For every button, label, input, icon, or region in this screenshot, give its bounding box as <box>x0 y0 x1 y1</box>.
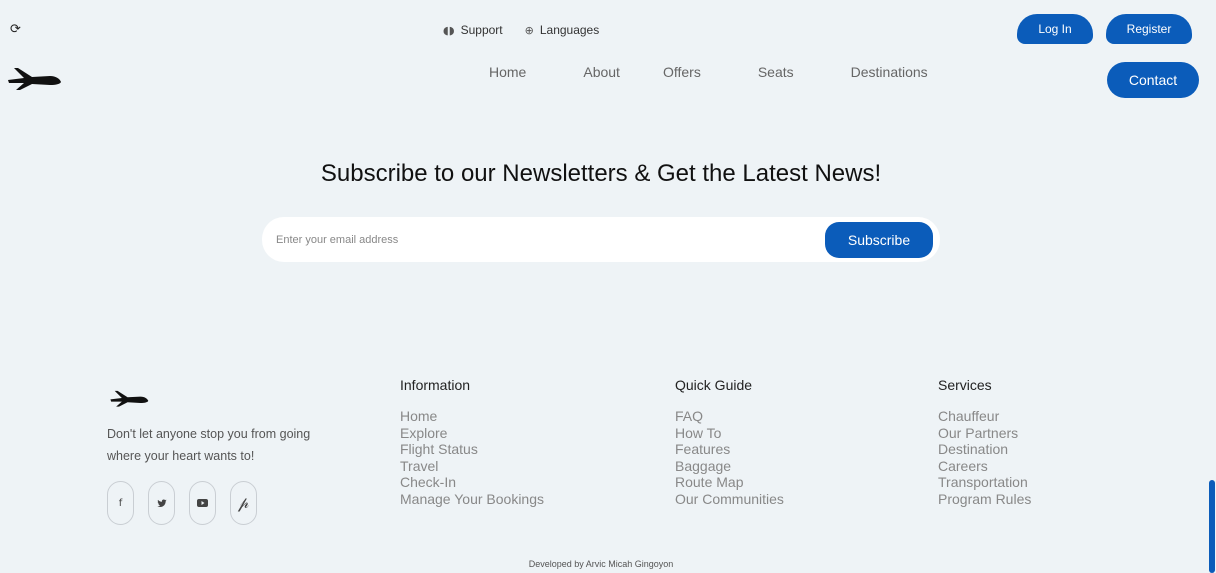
subscribe-headline: Subscribe to our Newsletters & Get the L… <box>320 160 882 187</box>
nav-item-home[interactable]: Home <box>489 64 526 80</box>
nav-item-destinations[interactable]: Destinations <box>851 64 928 80</box>
languages-label: Languages <box>539 23 600 37</box>
developer-credit: Developed by Arvic Micah Gingoyon <box>528 559 674 569</box>
footer-airplane-logo-icon <box>110 390 149 407</box>
top-links: ◖◗ Support ⊕ Languages <box>443 23 599 37</box>
footer-col-quick-guide: Quick Guide FAQ How To Features Baggage … <box>675 377 784 508</box>
airplane-logo-icon[interactable] <box>6 62 62 94</box>
support-label: Support <box>460 23 503 37</box>
scrollbar[interactable] <box>1206 0 1216 573</box>
social-links: f 𝓅 <box>107 481 257 525</box>
subscribe-button[interactable]: Subscribe <box>825 222 933 258</box>
nav-item-seats[interactable]: Seats <box>758 64 794 80</box>
languages-link[interactable]: ⊕ Languages <box>525 23 600 37</box>
email-input[interactable] <box>276 229 816 251</box>
footer-col-information: Information Home Explore Flight Status T… <box>400 377 544 508</box>
footer-link[interactable]: Our Partners <box>938 425 1031 442</box>
contact-button[interactable]: Contact <box>1107 62 1199 98</box>
footer-link[interactable]: How To <box>675 425 784 442</box>
footer-link[interactable]: Route Map <box>675 474 784 491</box>
twitter-icon[interactable] <box>148 481 175 525</box>
facebook-icon[interactable]: f <box>107 481 134 525</box>
footer-col-title: Information <box>400 377 471 393</box>
footer-link[interactable]: Explore <box>400 425 544 442</box>
footer-col-title: Services <box>938 377 992 393</box>
youtube-play-icon <box>197 499 208 507</box>
footer-col-title: Quick Guide <box>675 377 753 393</box>
globe-icon: ⊕ <box>524 23 534 37</box>
footer-link[interactable]: Careers <box>938 458 1031 475</box>
footer-link[interactable]: Chauffeur <box>938 408 1031 425</box>
footer-tagline: Don't let anyone stop you from going whe… <box>107 427 311 463</box>
footer-link[interactable]: Home <box>400 408 544 425</box>
footer-link[interactable]: Destination <box>938 441 1031 458</box>
cookie-settings-icon[interactable]: ⟳ <box>10 22 26 38</box>
footer-link[interactable]: Baggage <box>675 458 784 475</box>
footer-link[interactable]: Program Rules <box>938 491 1031 508</box>
footer-link[interactable]: Manage Your Bookings <box>400 491 544 508</box>
footer-link[interactable]: Check-In <box>400 474 544 491</box>
footer-link[interactable]: Travel <box>400 458 544 475</box>
footer-link[interactable]: Transportation <box>938 474 1031 491</box>
scrollbar-thumb[interactable] <box>1209 480 1215 573</box>
twitter-bird-icon <box>156 499 167 507</box>
nav-item-about[interactable]: About <box>583 64 620 80</box>
footer-link[interactable]: FAQ <box>675 408 784 425</box>
footer-link[interactable]: Flight Status <box>400 441 544 458</box>
main-nav: Home About Offers Seats Destinations <box>489 64 928 80</box>
headset-icon: ◖◗ <box>443 23 455 37</box>
support-link[interactable]: ◖◗ Support <box>443 23 503 37</box>
pinterest-icon[interactable]: 𝓅 <box>230 481 257 525</box>
login-button[interactable]: Log In <box>1017 14 1093 44</box>
subscribe-form: Subscribe <box>262 217 940 262</box>
footer-link[interactable]: Our Communities <box>675 491 784 508</box>
page: ⟳ ◖◗ Support ⊕ Languages Log In Register… <box>0 0 1216 573</box>
youtube-icon[interactable] <box>189 481 216 525</box>
footer-col-services: Services Chauffeur Our Partners Destinat… <box>938 377 1031 508</box>
register-button[interactable]: Register <box>1106 14 1192 44</box>
footer-link[interactable]: Features <box>675 441 784 458</box>
nav-item-offers[interactable]: Offers <box>663 64 701 80</box>
